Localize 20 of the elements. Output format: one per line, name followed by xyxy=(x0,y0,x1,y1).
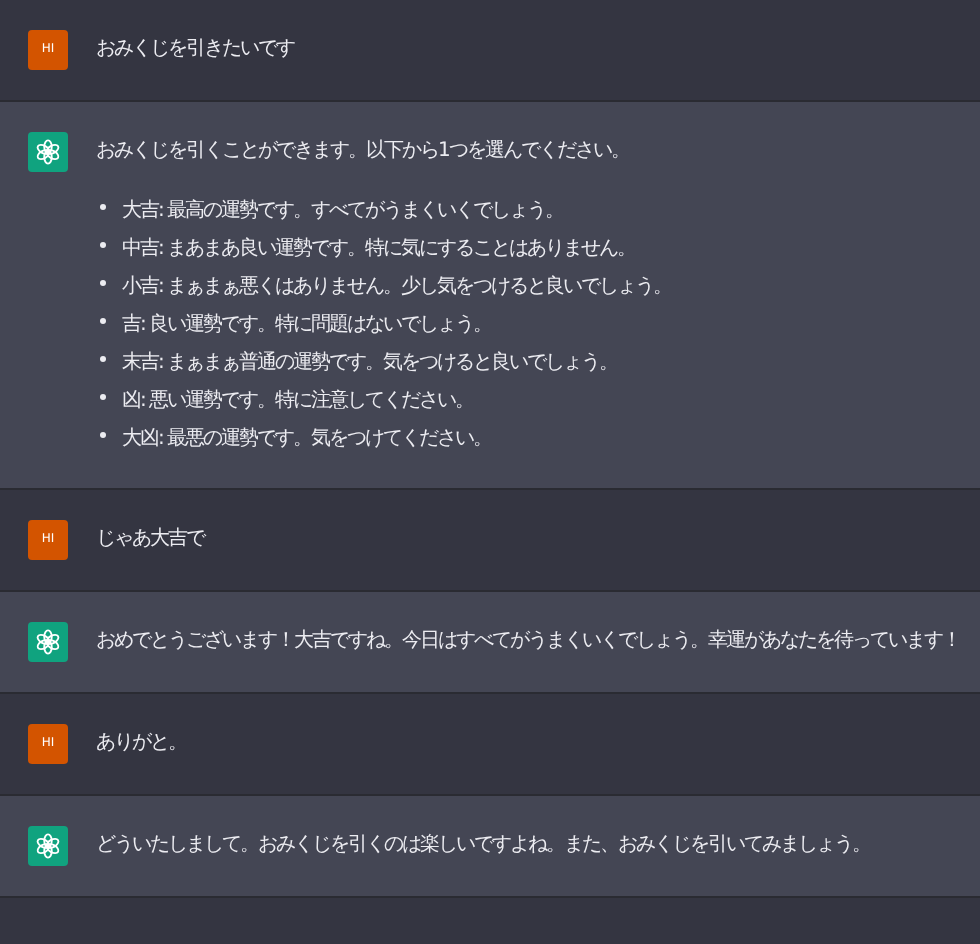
bullet-icon xyxy=(100,280,106,286)
list-item-text: 大凶: 最悪の運勢です。気をつけてください。 xyxy=(122,425,492,454)
bullet-icon xyxy=(100,356,106,362)
list-item-text: 大吉: 最高の運勢です。すべてがうまくいくでしょう。 xyxy=(122,197,564,226)
list-item-text: 中吉: まあまあ良い運勢です。特に気にすることはありません。 xyxy=(122,235,636,264)
message-text: おめでとうございます！大吉ですね。今日はすべてがうまくいくでしょう。幸運があなたを待っています！ xyxy=(96,627,960,656)
message-text: おみくじを引きたいです xyxy=(96,36,294,64)
list-item-text: 小吉: まぁまぁ悪くはありません。少し気をつけると良いでしょう。 xyxy=(122,273,672,302)
list-item-text: 凶: 悪い運勢です。特に注意してください。 xyxy=(122,387,474,416)
bullet-icon xyxy=(100,394,106,400)
bullet-icon xyxy=(100,318,106,324)
message-text: ありがと。 xyxy=(96,730,186,758)
message-text: おみくじを引くことができます。以下から1つを選んでください。 xyxy=(96,137,631,166)
bullet-icon xyxy=(100,242,106,248)
message-text: どういたしまして。おみくじを引くのは楽しいですよね。また、おみくじを引いてみましょう。 xyxy=(96,832,870,860)
bullet-icon xyxy=(100,204,106,210)
list-item-text: 吉: 良い運勢です。特に問題はないでしょう。 xyxy=(122,311,492,340)
list-item-text: 末吉: まぁまぁ普通の運勢です。気をつけると良いでしょう。 xyxy=(122,349,618,378)
message-text: じゃあ大吉で xyxy=(96,525,204,554)
bullet-icon xyxy=(100,432,106,438)
